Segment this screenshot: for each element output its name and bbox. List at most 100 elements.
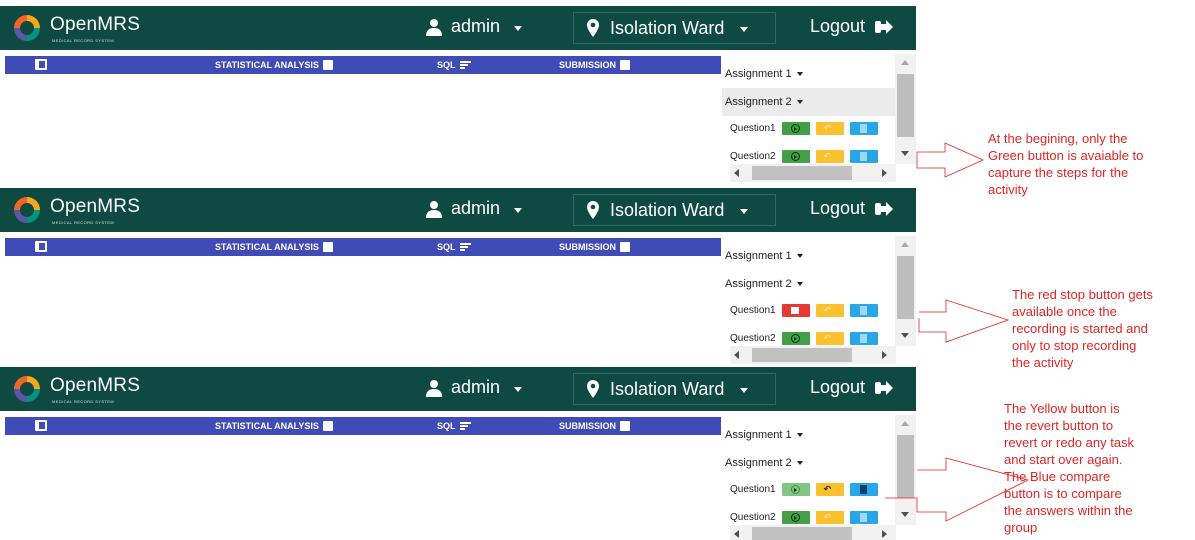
nav-sql-label: SQL [437,242,456,252]
play-circle-icon [790,152,800,161]
location-selector[interactable]: Isolation Ward [573,12,776,44]
vertical-scrollbar[interactable] [895,236,916,346]
scroll-up-icon[interactable] [901,421,909,426]
note-3-line: the revert button to [1004,418,1114,433]
compare-button[interactable] [849,483,878,496]
sort-lines-icon [459,243,471,251]
question-1-label: Question1 [730,123,776,134]
record-button[interactable] [781,483,810,496]
location-selector[interactable]: Isolation Ward [573,194,776,226]
stop-icon [790,307,799,314]
logout-icon [875,380,894,395]
revert-button[interactable]: ↶ [815,332,844,345]
scroll-thumb[interactable] [752,527,852,540]
scroll-left-icon[interactable] [734,169,739,177]
logout-button[interactable]: Logout [810,198,894,219]
user-name: admin [451,198,501,218]
horizontal-scrollbar[interactable] [730,164,896,182]
horizontal-scrollbar[interactable] [730,525,896,540]
vertical-scrollbar[interactable] [895,54,916,164]
nav-sql-label: SQL [437,421,456,431]
scroll-down-icon[interactable] [901,512,909,517]
user-menu[interactable]: admin [425,16,523,37]
sidebar-toggle-icon[interactable] [35,420,47,431]
scroll-right-icon[interactable] [882,351,887,359]
assignment-1-label: Assignment 1 [725,429,792,441]
scroll-up-icon[interactable] [901,242,909,247]
compare-button[interactable] [849,122,878,135]
user-menu[interactable]: admin [425,198,523,219]
revert-button[interactable]: ↶ [815,483,844,496]
record-button[interactable] [781,511,810,524]
scroll-up-icon[interactable] [901,60,909,65]
assignment-2-label: Assignment 2 [725,278,792,290]
nav-submission[interactable]: SUBMISSION [559,60,631,70]
compare-icon [859,513,867,522]
nav-statistical-analysis[interactable]: STATISTICAL ANALYSIS [215,242,333,252]
assignment-2-label: Assignment 2 [725,457,792,469]
note-1-line: activity [988,182,1028,197]
sort-lines-icon [459,61,471,69]
scroll-thumb[interactable] [752,348,852,362]
revert-button[interactable]: ↶ [815,150,844,163]
nav-submission-label: SUBMISSION [559,242,617,252]
scroll-thumb[interactable] [752,166,852,180]
brand-name: OpenMRS [50,14,141,35]
user-menu[interactable]: admin [425,377,523,398]
nav-statistical-label: STATISTICAL ANALYSIS [215,242,319,252]
scroll-thumb[interactable] [897,74,914,137]
nav-sql[interactable]: SQL [437,242,471,252]
nav-sql[interactable]: SQL [437,421,471,431]
scroll-thumb[interactable] [897,435,914,498]
logout-button[interactable]: Logout [810,377,894,398]
nav-statistical-analysis[interactable]: STATISTICAL ANALYSIS [215,60,333,70]
compare-button[interactable] [849,150,878,163]
chevron-down-icon [740,388,749,393]
sidebar-toggle-icon[interactable] [35,59,47,70]
assignment-1-toggle[interactable]: Assignment 1 [722,60,895,88]
assignment-2-toggle[interactable]: Assignment 2 [722,88,895,116]
assignment-2-toggle[interactable]: Assignment 2 [722,449,895,477]
nav-sql[interactable]: SQL [437,60,471,70]
nav-bar: STATISTICAL ANALYSIS SQL SUBMISSION [5,56,721,74]
undo-icon: ↶ [823,512,832,522]
bar-chart-icon [322,242,333,252]
openmrs-logo-icon [14,15,40,41]
logout-icon [875,201,894,216]
sidebar-toggle-icon[interactable] [35,241,47,252]
location-selector[interactable]: Isolation Ward [573,373,776,405]
record-button[interactable] [781,332,810,345]
compare-button[interactable] [849,511,878,524]
scroll-left-icon[interactable] [734,351,739,359]
scroll-left-icon[interactable] [734,530,739,538]
compare-button[interactable] [849,304,878,317]
check-square-icon [620,421,631,431]
location-name: Isolation Ward [610,17,725,38]
note-2-line: available once the [1012,304,1117,319]
revert-button[interactable]: ↶ [815,304,844,317]
note-2-line: only to stop recording [1012,338,1137,353]
nav-bar: STATISTICAL ANALYSIS SQL SUBMISSION [5,238,721,256]
logout-button[interactable]: Logout [810,16,894,37]
record-button[interactable] [781,150,810,163]
scroll-thumb[interactable] [897,256,914,319]
scroll-down-icon[interactable] [901,333,909,338]
note-3-line: The Yellow button is [1004,401,1120,416]
assignment-1-toggle[interactable]: Assignment 1 [722,421,895,449]
nav-submission[interactable]: SUBMISSION [559,242,631,252]
scroll-right-icon[interactable] [882,530,887,538]
revert-button[interactable]: ↶ [815,511,844,524]
scroll-right-icon[interactable] [882,169,887,177]
record-button[interactable] [781,122,810,135]
assignment-2-toggle[interactable]: Assignment 2 [722,270,895,298]
revert-button[interactable]: ↶ [815,122,844,135]
nav-statistical-analysis[interactable]: STATISTICAL ANALYSIS [215,421,333,431]
assignment-1-toggle[interactable]: Assignment 1 [722,242,895,270]
vertical-scrollbar[interactable] [895,415,916,525]
chevron-down-icon [740,209,749,214]
compare-button[interactable] [849,332,878,345]
stop-button[interactable] [781,304,810,317]
compare-icon [859,334,867,343]
scroll-down-icon[interactable] [901,151,909,156]
nav-submission[interactable]: SUBMISSION [559,421,631,431]
